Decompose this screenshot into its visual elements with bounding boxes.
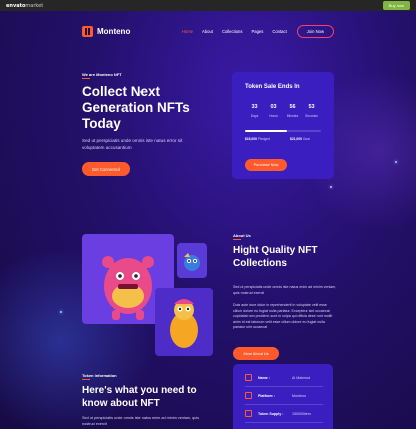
eyebrow-underline	[82, 379, 90, 380]
goal-amount: $21,000 Goal	[290, 137, 310, 141]
get-connected-button[interactable]: Get Connected	[82, 162, 130, 176]
info-value: Al Mahmud	[292, 375, 311, 380]
eyebrow-underline	[82, 78, 90, 79]
info-value: Monteno	[292, 393, 306, 398]
about-paragraph: Duis aute irure dolor in reprehenderit i…	[233, 303, 333, 330]
envato-logo[interactable]: envatomarket	[6, 3, 43, 9]
token-info-description: Sed ut perspiciatis unde omnis iste natu…	[82, 416, 200, 426]
token-sale-title: Token Sale Ends In	[245, 84, 300, 90]
nav-contact[interactable]: Contact	[272, 29, 286, 34]
buy-now-button[interactable]: Buy now	[382, 1, 410, 10]
join-now-button[interactable]: Join Now	[296, 24, 334, 38]
nft-artwork-blue-creature[interactable]	[177, 243, 207, 278]
hero-description: Sed ut perspiciatis unde omnis iste natu…	[82, 138, 183, 150]
token-info-eyebrow: Token Information	[82, 373, 117, 378]
divider	[245, 422, 323, 423]
info-value: 150000item	[292, 411, 311, 416]
star-sparkle	[395, 161, 397, 163]
countdown-timer: 33 Days 03 Hours 56 Minutes 53 Seconds	[245, 104, 321, 118]
nav-collections[interactable]: Collections	[222, 29, 242, 34]
supply-icon	[245, 410, 252, 417]
sale-progress-fill	[245, 130, 287, 132]
nav-about[interactable]: About	[202, 29, 213, 34]
star-sparkle	[330, 186, 332, 188]
nav-home[interactable]: Home	[182, 29, 193, 34]
nav-pages[interactable]: Pages	[251, 29, 263, 34]
about-title: Hight Quality NFT Collections	[233, 245, 318, 269]
platform-icon	[245, 392, 252, 399]
purchase-now-button[interactable]: Purchase Now	[245, 159, 287, 171]
logo-text[interactable]: Monteno	[97, 27, 130, 36]
envato-top-bar: envatomarket Buy now	[0, 0, 416, 11]
monteno-logo-icon[interactable]	[82, 25, 93, 37]
hero-eyebrow: We are Monteno NFT	[82, 72, 122, 77]
about-eyebrow: About Us	[233, 233, 251, 238]
countdown-days: 33 Days	[250, 104, 259, 118]
info-row-supply: Token Supply : 150000item	[245, 410, 327, 417]
divider	[245, 404, 323, 405]
countdown-seconds: 53 Seconds	[305, 104, 318, 118]
more-about-us-button[interactable]: More About Us	[233, 347, 279, 360]
about-paragraph: Sed ut perspiciatis unde omnis iste natu…	[233, 285, 337, 295]
info-key: Name :	[258, 375, 270, 380]
nft-artwork-yellow-character[interactable]	[155, 288, 213, 356]
star-sparkle	[60, 311, 62, 313]
eyebrow-underline	[233, 239, 241, 240]
token-info-title: Here's what you need to know about NFT	[82, 385, 197, 409]
info-key: Platform :	[258, 393, 275, 398]
divider	[245, 386, 323, 387]
landing-page: Monteno Home About Collections Pages Con…	[0, 11, 416, 429]
sale-progress-bar	[245, 130, 321, 132]
countdown-hours: 03 Hours	[269, 104, 278, 118]
raised-amount: $15,000 Pledged	[245, 137, 270, 141]
hero-title: Collect Next Generation NFTs Today	[82, 84, 190, 131]
user-icon	[245, 374, 252, 381]
token-info-card: Name : Al Mahmud Platform : Monteno Toke…	[233, 364, 333, 429]
main-nav: Home About Collections Pages Contact	[182, 29, 287, 34]
countdown-minutes: 56 Minutes	[286, 104, 299, 118]
info-row-name: Name : Al Mahmud	[245, 374, 327, 381]
info-key: Token Supply :	[258, 411, 284, 416]
site-header: Monteno Home About Collections Pages Con…	[82, 23, 334, 39]
token-sale-card: Token Sale Ends In 33 Days 03 Hours 56 Minu…	[232, 72, 334, 179]
info-row-platform: Platform : Monteno	[245, 392, 327, 399]
